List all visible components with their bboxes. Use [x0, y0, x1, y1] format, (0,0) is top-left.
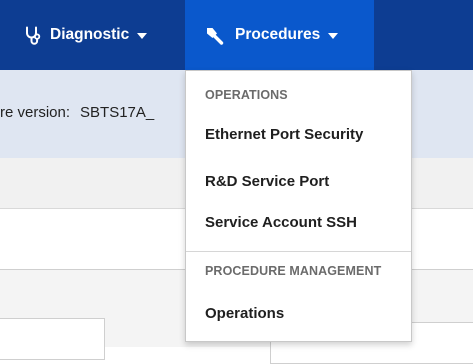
menu-item-service-account-ssh[interactable]: Service Account SSH — [205, 214, 357, 231]
nav-diagnostic-label: Diagnostic — [50, 26, 130, 43]
software-version-value: SBTS17A_ — [80, 104, 155, 121]
stethoscope-icon — [24, 26, 41, 45]
menu-section-header-operations: OPERATIONS — [205, 88, 288, 102]
nav-procedures-label: Procedures — [235, 26, 321, 43]
panel-tab-left[interactable] — [0, 318, 105, 360]
nav-diagnostic-menu[interactable]: Diagnostic — [0, 0, 185, 70]
menu-item-rd-service-port[interactable]: R&D Service Port — [205, 173, 329, 190]
software-version: re version: SBTS17A_ — [0, 104, 154, 121]
chevron-down-icon — [137, 33, 148, 39]
software-version-label: re version: — [0, 104, 71, 121]
menu-item-operations[interactable]: Operations — [205, 305, 284, 322]
procedures-dropdown-menu: OPERATIONS Ethernet Port Security R&D Se… — [185, 70, 412, 342]
menu-divider — [186, 251, 411, 252]
top-navigation-bar: Diagnostic Procedures — [0, 0, 473, 70]
nav-procedures-menu[interactable]: Procedures — [185, 0, 374, 70]
wrench-icon — [205, 26, 224, 45]
chevron-down-icon — [328, 33, 339, 39]
menu-item-ethernet-port-security[interactable]: Ethernet Port Security — [205, 126, 363, 143]
menu-section-header-procedure-management: PROCEDURE MANAGEMENT — [205, 264, 382, 278]
